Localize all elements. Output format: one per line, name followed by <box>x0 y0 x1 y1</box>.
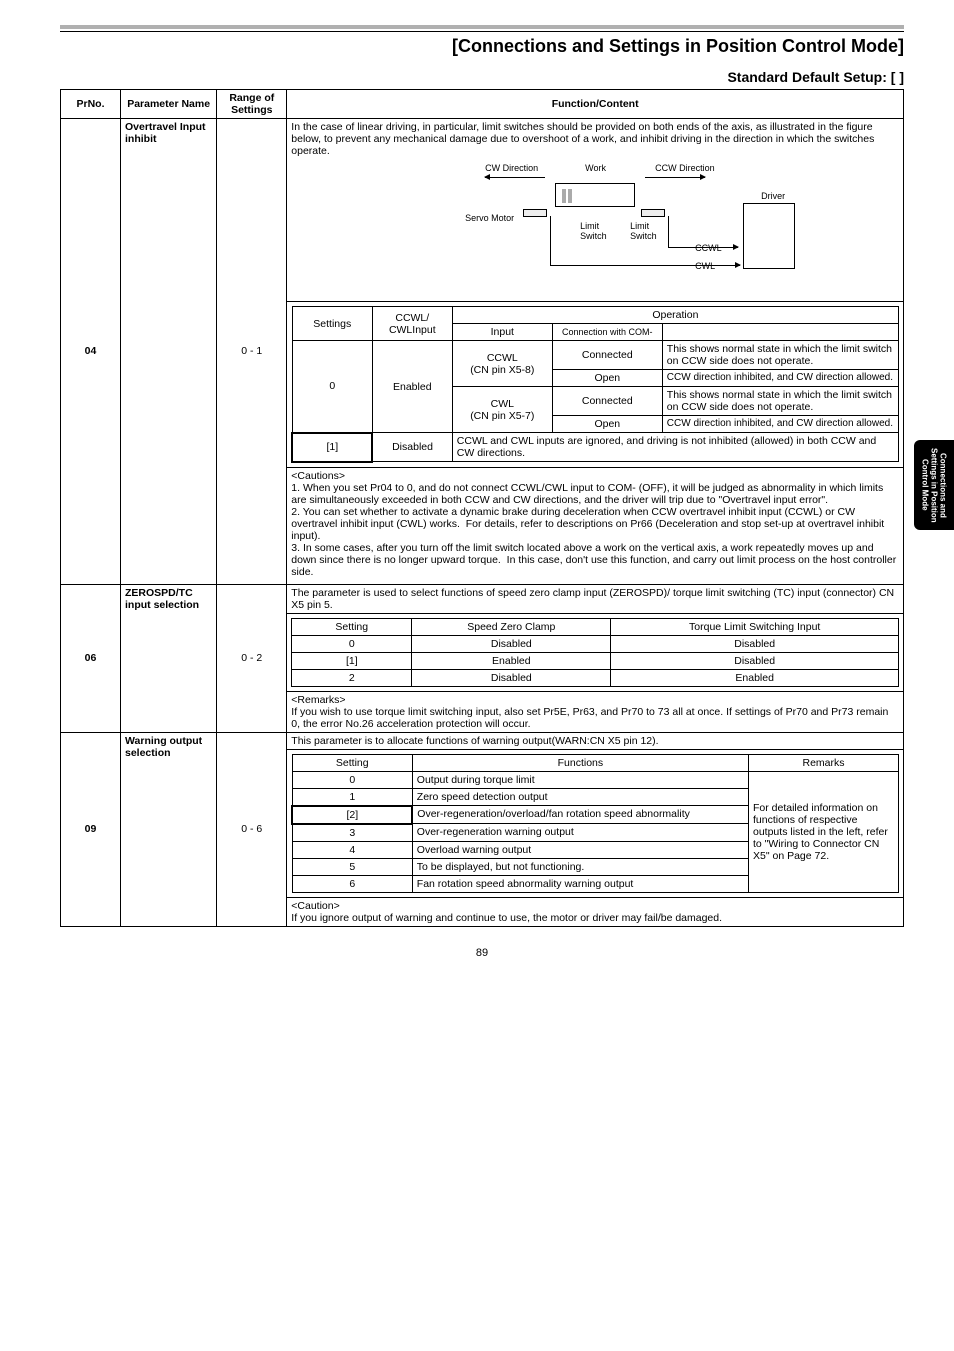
th-prno: PrNo. <box>61 90 121 119</box>
limit-label2: Limit <box>630 221 649 231</box>
cautions-title: <Cautions> <box>291 470 899 482</box>
r2b: Enabled <box>611 669 899 686</box>
switch-label2: Switch <box>630 231 657 241</box>
c2: Connected <box>552 387 662 416</box>
set-0: 0 <box>292 341 372 433</box>
st-hdr: Setting <box>292 618 412 635</box>
range-06: 0 - 2 <box>217 584 287 732</box>
setup-title: Standard Default Setup: [ ] <box>60 69 904 85</box>
page-number: 89 <box>60 947 904 959</box>
s9-5: 5 <box>292 858 412 875</box>
name-09: Warning output selection <box>121 732 217 926</box>
range-04: 0 - 1 <box>217 119 287 585</box>
s9-4: 4 <box>292 841 412 858</box>
set-1: [1] <box>292 433 372 462</box>
o2: Open <box>552 416 662 433</box>
caution-title: <Caution> <box>291 900 899 912</box>
tl-hdr: Torque Limit Switching Input <box>611 618 899 635</box>
caution-text: If you ignore output of warning and cont… <box>291 912 899 924</box>
cw-dir-label: CW Direction <box>485 163 538 173</box>
desc-04-top: In the case of linear driving, in partic… <box>287 119 904 302</box>
remarks-06: <Remarks> If you wish to use torque limi… <box>287 691 904 732</box>
op1: This shows normal state in which the lim… <box>662 341 898 370</box>
disabled-1: Disabled <box>372 433 452 462</box>
range-09: 0 - 6 <box>217 732 287 926</box>
desc-06: The parameter is used to select function… <box>287 584 904 613</box>
s9-3: 3 <box>292 824 412 842</box>
doc-title: [Connections and Settings in Position Co… <box>60 36 904 57</box>
r2a: Disabled <box>412 669 611 686</box>
work-label: Work <box>585 163 606 173</box>
switch-label1: Switch <box>580 231 607 241</box>
input-hdr: Input <box>452 324 552 341</box>
op5: CCWL and CWL inputs are ignored, and dri… <box>452 433 898 462</box>
r1: [1] <box>292 652 412 669</box>
remarks-text: If you wish to use torque limit switchin… <box>291 706 899 730</box>
s9-0: 0 <box>292 771 412 788</box>
cautions-04: <Cautions> 1. When you set Pr04 to 0, an… <box>287 467 904 580</box>
r9-hdr: Remarks <box>749 754 899 771</box>
desc-04-text: In the case of linear driving, in partic… <box>291 121 874 157</box>
name-04: Overtravel Input inhibit <box>121 119 217 585</box>
cautions-text: 1. When you set Pr04 to 0, and do not co… <box>291 482 899 578</box>
th-range: Range of Settings <box>217 90 287 119</box>
subtable-04-1: Settings CCWL/ CWLInput Operation Input … <box>287 302 904 468</box>
f9-1: Zero speed detection output <box>412 788 748 806</box>
s9-6: 6 <box>292 875 412 892</box>
diagram-04: CW Direction Work CCW Direction Servo Mo… <box>395 163 795 293</box>
subtable-06: Setting Speed Zero Clamp Torque Limit Sw… <box>287 613 904 691</box>
settings-hdr: Settings <box>292 307 372 341</box>
f9-6: Fan rotation speed abnormality warning o… <box>412 875 748 892</box>
op3: This shows normal state in which the lim… <box>662 387 898 416</box>
r1b: Disabled <box>611 652 899 669</box>
sz-hdr: Speed Zero Clamp <box>412 618 611 635</box>
f9-hdr: Functions <box>412 754 748 771</box>
subtable-09: Setting Functions Remarks 0 Output durin… <box>287 749 904 897</box>
f9-5: To be displayed, but not functioning. <box>412 858 748 875</box>
f9-3: Over-regeneration warning output <box>412 824 748 842</box>
remarks-title: <Remarks> <box>291 694 899 706</box>
s9-2: [2] <box>292 806 412 824</box>
r0: 0 <box>292 635 412 652</box>
desc-09: This parameter is to allocate functions … <box>287 732 904 749</box>
driver-label: Driver <box>761 191 785 201</box>
prno-06: 06 <box>61 584 121 732</box>
th-func: Function/Content <box>287 90 904 119</box>
prno-04: 04 <box>61 119 121 585</box>
r2: 2 <box>292 669 412 686</box>
f9-0: Output during torque limit <box>412 771 748 788</box>
r0a: Disabled <box>412 635 611 652</box>
limit-label1: Limit <box>580 221 599 231</box>
r1a: Enabled <box>412 652 611 669</box>
cwl-label: CWL <box>695 261 715 271</box>
servo-motor-label: Servo Motor <box>465 213 514 223</box>
caution-09: <Caution> If you ignore output of warnin… <box>287 897 904 926</box>
op2: CCW direction inhibited, and CW directio… <box>662 370 898 387</box>
o1: Open <box>552 370 662 387</box>
s9-hdr: Setting <box>292 754 412 771</box>
op4: CCW direction inhibited, and CW directio… <box>662 416 898 433</box>
prno-09: 09 <box>61 732 121 926</box>
r9-text: For detailed information on functions of… <box>749 771 899 892</box>
operation-hdr: Operation <box>452 307 898 324</box>
th-name: Parameter Name <box>121 90 217 119</box>
f9-2: Over-regeneration/overload/fan rotation … <box>412 806 748 824</box>
ccwl-label: CCWL <box>695 243 722 253</box>
f9-4: Overload warning output <box>412 841 748 858</box>
c1: Connected <box>552 341 662 370</box>
ccw-dir-label: CCW Direction <box>655 163 715 173</box>
cwl-pin: CWL(CN pin X5-7) <box>452 387 552 433</box>
ccwl-hdr: CCWL/ CWLInput <box>372 307 452 341</box>
s9-1: 1 <box>292 788 412 806</box>
side-tab: Connections and Settings in Position Con… <box>914 440 954 530</box>
param-table: PrNo. Parameter Name Range of Settings F… <box>60 89 904 927</box>
name-06: ZEROSPD/TC input selection <box>121 584 217 732</box>
enabled-0: Enabled <box>372 341 452 433</box>
conncom-hdr: Connection with COM- <box>552 324 662 341</box>
r0b: Disabled <box>611 635 899 652</box>
ccwl-pin: CCWL(CN pin X5-8) <box>452 341 552 387</box>
